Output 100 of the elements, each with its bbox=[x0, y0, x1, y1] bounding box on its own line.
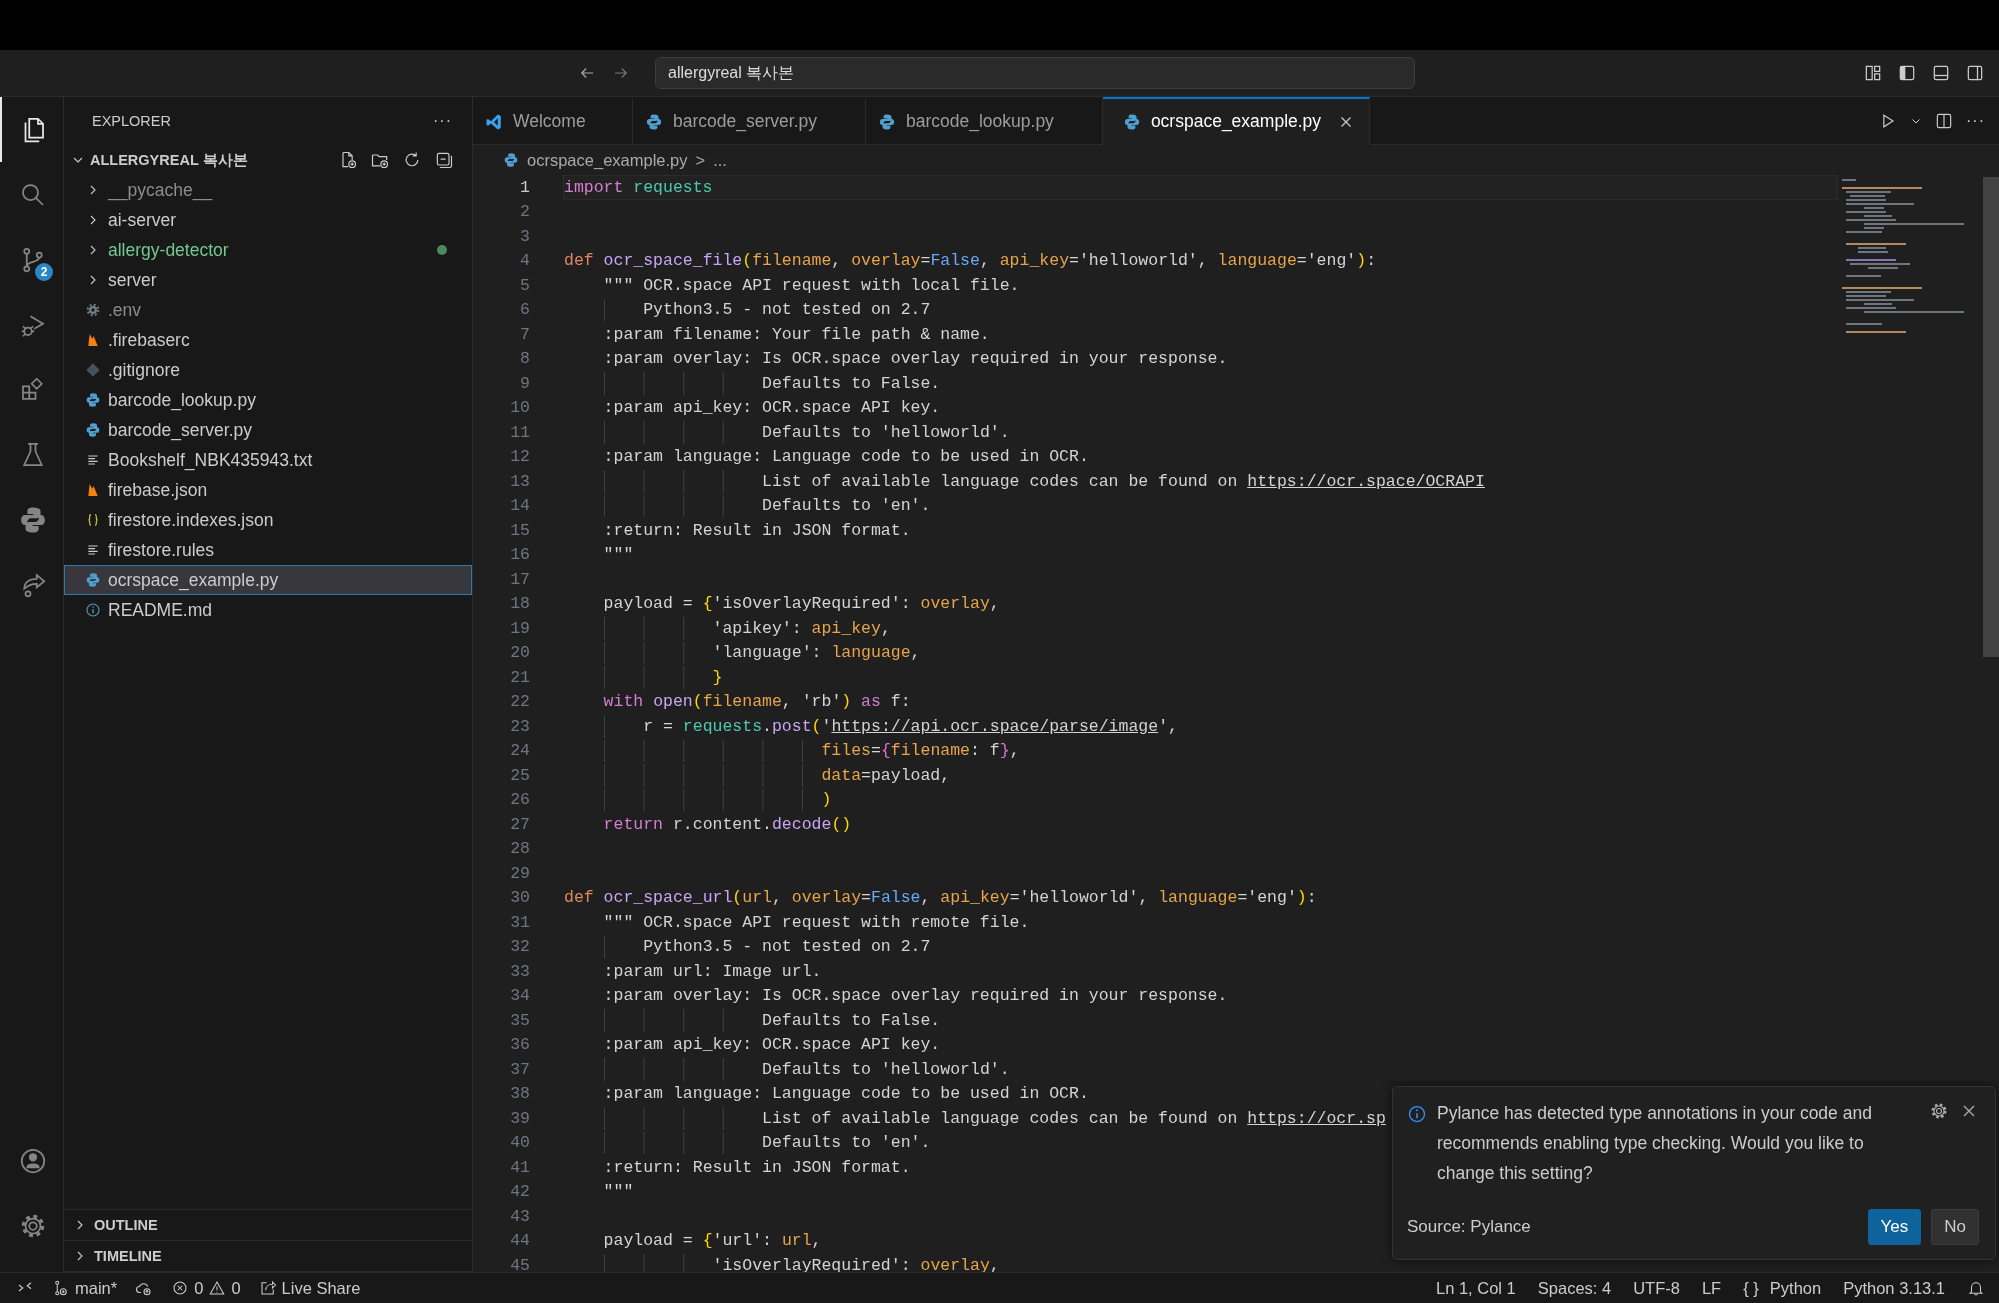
file-tree-item[interactable]: firestore.indexes.json bbox=[64, 505, 472, 535]
code-text: :param language: Language code to be used in OCR. bbox=[603, 1084, 1089, 1104]
notification-button[interactable]: No bbox=[1931, 1209, 1979, 1245]
section-header[interactable]: OUTLINE bbox=[94, 1217, 158, 1233]
file-tree-item[interactable]: server bbox=[64, 265, 472, 295]
line-number: 24 bbox=[509, 741, 530, 761]
python-file-icon bbox=[878, 112, 896, 131]
file-tree-item[interactable]: firestore.rules bbox=[64, 535, 472, 565]
branch-status[interactable]: main* bbox=[75, 1278, 118, 1298]
scrollbar-thumb[interactable] bbox=[1983, 177, 1999, 657]
line-number: 15 bbox=[509, 520, 530, 540]
file-tree-item[interactable]: .env bbox=[64, 295, 472, 325]
language-mode[interactable]: Python bbox=[1769, 1278, 1822, 1298]
more-actions[interactable]: ··· bbox=[433, 112, 452, 130]
line-number: 3 bbox=[519, 226, 530, 246]
command-center-search[interactable]: allergyreal 복사본 bbox=[655, 57, 1415, 89]
line-number: 38 bbox=[509, 1084, 530, 1104]
code-text: r = requests.post(' bbox=[643, 716, 832, 736]
code-text: List of available language codes can be found on bbox=[762, 471, 1239, 491]
line-number: 45 bbox=[509, 1255, 530, 1272]
cursor-position[interactable]: Ln 1, Col 1 bbox=[1435, 1278, 1516, 1298]
warning-count[interactable]: 0 bbox=[231, 1278, 241, 1298]
line-number: 10 bbox=[509, 398, 530, 418]
diamond-icon bbox=[85, 362, 101, 378]
code-text: List of available language codes can be found on bbox=[762, 1108, 1239, 1128]
file-name: Bookshelf_NBK435943.txt bbox=[108, 449, 313, 471]
settings-icon[interactable] bbox=[1929, 1101, 1949, 1121]
code-link[interactable]: https://ocr.sp bbox=[1247, 1108, 1386, 1128]
indentation-status[interactable]: Spaces: 4 bbox=[1537, 1278, 1612, 1298]
file-tree-item[interactable]: .firebaserc bbox=[64, 325, 472, 355]
error-icon[interactable] bbox=[171, 1279, 190, 1297]
text-file-icon bbox=[85, 452, 101, 468]
app-logo-icon bbox=[485, 112, 503, 131]
file-tree-item[interactable]: barcode_server.py bbox=[64, 415, 472, 445]
error-count[interactable]: 0 bbox=[194, 1278, 204, 1298]
breadcrumb-item[interactable]: ... bbox=[713, 150, 727, 170]
notification-message: Pylance has detected type annotations in your code and recommends enabling type checking. Would you like to change this setting? bbox=[1437, 1102, 1873, 1185]
line-number: 19 bbox=[509, 618, 530, 638]
secondary-sidebar-icon[interactable] bbox=[1965, 63, 1985, 83]
breadcrumb-separator: > bbox=[695, 150, 706, 170]
line-ending-status[interactable]: LF bbox=[1701, 1278, 1722, 1298]
branch-icon[interactable] bbox=[52, 1279, 70, 1297]
file-tree-item[interactable]: Bookshelf_NBK435943.txt bbox=[64, 445, 472, 475]
panel-toggle-icon[interactable] bbox=[1931, 63, 1951, 83]
line-number: 42 bbox=[509, 1182, 530, 1202]
sidebar-toggle-icon[interactable] bbox=[1897, 63, 1917, 83]
encoding-status[interactable]: UTF-8 bbox=[1633, 1278, 1680, 1298]
breadcrumb-item[interactable]: ocrspace_example.py bbox=[527, 150, 688, 170]
code-text: payload = {'isOverlayRequired': overlay, bbox=[603, 594, 1000, 614]
collapse-all-icon[interactable] bbox=[434, 150, 454, 170]
code-text: :return: Result in JSON format. bbox=[603, 520, 911, 540]
file-name: ai-server bbox=[108, 209, 177, 231]
code-text: :param filename: Your file path & name. bbox=[603, 324, 990, 344]
file-tree-item[interactable]: __pycache__ bbox=[64, 175, 472, 205]
line-number: 22 bbox=[509, 692, 530, 712]
warning-icon[interactable] bbox=[208, 1279, 227, 1297]
line-number: 6 bbox=[519, 300, 530, 320]
file-tree-item[interactable]: .gitignore bbox=[64, 355, 472, 385]
line-number: 23 bbox=[509, 716, 530, 736]
line-number: 7 bbox=[519, 324, 530, 344]
interpreter-status[interactable]: Python 3.13.1 bbox=[1843, 1278, 1945, 1298]
file-name: firestore.rules bbox=[108, 539, 214, 561]
code-text: data=payload, bbox=[821, 765, 951, 785]
file-tree-item[interactable]: ai-server bbox=[64, 205, 472, 235]
file-tree-item[interactable]: README.md bbox=[64, 595, 472, 625]
layout-icon[interactable] bbox=[1863, 63, 1883, 83]
python-file-icon bbox=[1122, 112, 1141, 131]
line-number: 8 bbox=[519, 349, 530, 369]
line-number: 41 bbox=[509, 1157, 530, 1177]
code-text: :param api_key: OCR.space API key. bbox=[603, 398, 941, 418]
code-text: } bbox=[712, 667, 723, 687]
code-text: def ocr_space_file(filename, overlay=False, api_key='helloworld', language='eng'): bbox=[564, 251, 1377, 271]
code-text: import requests bbox=[564, 177, 713, 197]
more-actions[interactable]: ··· bbox=[1966, 111, 1985, 130]
code-text: :param overlay: Is OCR.space overlay required in your response. bbox=[603, 986, 1228, 1006]
braces-glyph[interactable]: { } bbox=[1743, 1278, 1759, 1298]
file-tree-item[interactable]: firebase.json bbox=[64, 475, 472, 505]
file-tree-item[interactable]: ocrspace_example.py bbox=[64, 565, 472, 595]
code-text: ', bbox=[1158, 716, 1178, 736]
code-text: return r.content.decode() bbox=[603, 814, 852, 834]
code-text: Defaults to False. bbox=[762, 1010, 941, 1030]
python-file-icon bbox=[85, 392, 101, 408]
code-text: files={filename: f}, bbox=[821, 741, 1020, 761]
file-name: .gitignore bbox=[108, 359, 180, 381]
file-tree-item[interactable]: allergy-detector bbox=[64, 235, 472, 265]
python-file-icon bbox=[85, 422, 101, 438]
code-text: """ OCR.space API request with local file. bbox=[603, 275, 1020, 295]
code-link[interactable]: https://ocr.space/OCRAPI bbox=[1247, 471, 1485, 491]
braces-icon bbox=[85, 512, 101, 528]
code-text: with open(filename, 'rb') as f: bbox=[603, 692, 911, 712]
file-tree-item[interactable]: barcode_lookup.py bbox=[64, 385, 472, 415]
notification-button[interactable]: Yes bbox=[1867, 1209, 1922, 1245]
line-number: 5 bbox=[519, 275, 530, 295]
share-icon[interactable] bbox=[258, 1279, 277, 1297]
live-share-status[interactable]: Live Share bbox=[281, 1278, 361, 1298]
section-header[interactable]: TIMELINE bbox=[94, 1248, 162, 1264]
file-name: __pycache__ bbox=[108, 179, 213, 201]
code-link[interactable]: https://api.ocr.space/parse/image bbox=[831, 716, 1159, 736]
bell-icon[interactable] bbox=[1967, 1279, 1985, 1297]
line-number: 1 bbox=[519, 177, 530, 197]
